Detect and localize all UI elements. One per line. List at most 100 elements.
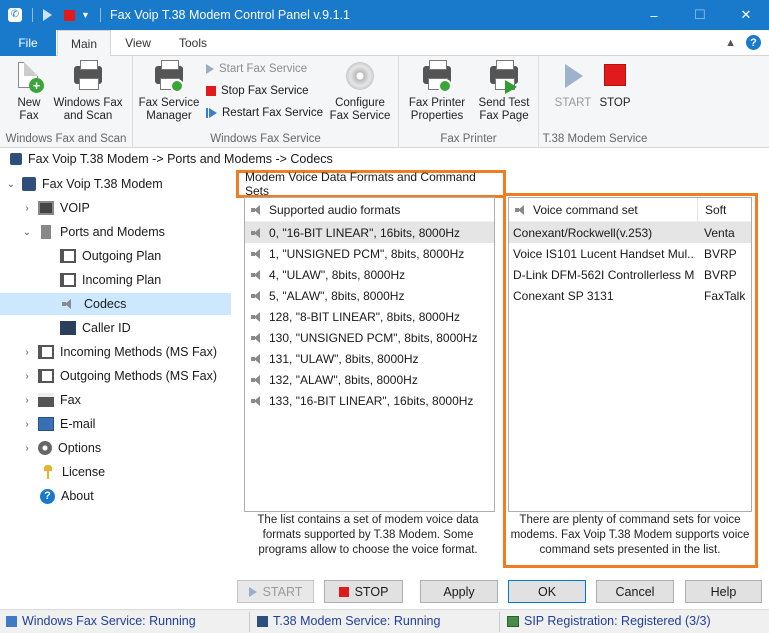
tab-file[interactable]: File: [0, 30, 56, 56]
tree-item-about[interactable]: ? About: [40, 485, 94, 507]
audio-formats-header-label: Supported audio formats: [269, 202, 401, 217]
qat-dropdown-icon[interactable]: ▼: [81, 8, 90, 22]
ribbon-tabs-right: ▲ ?: [725, 35, 761, 50]
tree-item-incoming-methods[interactable]: › Incoming Methods (MS Fax): [22, 341, 217, 363]
stop-fax-service-button[interactable]: Stop Fax Service: [206, 85, 309, 97]
tree-item-fax[interactable]: › Fax: [22, 389, 81, 411]
chevron-right-icon[interactable]: ›: [22, 347, 32, 358]
tree-item-options[interactable]: › Options: [22, 437, 101, 459]
apply-button[interactable]: Apply: [420, 580, 498, 603]
play-icon[interactable]: [43, 9, 52, 21]
list-item[interactable]: 5, "ALAW", 8bits, 8000Hz: [245, 285, 494, 306]
speaker-icon: [251, 353, 261, 364]
tree-item-outgoing-methods[interactable]: › Outgoing Methods (MS Fax): [22, 365, 217, 387]
status-sip[interactable]: SIP Registration: Registered (3/3): [507, 614, 711, 628]
gear-icon: [38, 441, 52, 455]
start-fax-service-label: Start Fax Service: [219, 63, 308, 75]
t38-stop-button[interactable]: STOP: [595, 60, 635, 110]
audio-formats-description: The list contains a set of modem voice d…: [257, 514, 479, 556]
configure-fax-service-button[interactable]: Configure Fax Service: [327, 60, 393, 123]
ribbon: + New Fax Windows Fax and Scan Windows F…: [0, 56, 769, 148]
chevron-right-icon[interactable]: ›: [22, 395, 32, 406]
tree-item-root[interactable]: ⌄ Fax Voip T.38 Modem: [6, 173, 163, 195]
help-icon[interactable]: ?: [746, 35, 761, 50]
cancel-button[interactable]: Cancel: [596, 580, 674, 603]
sip-icon: [507, 615, 519, 627]
restart-fax-service-label: Restart Fax Service: [222, 107, 323, 119]
send-test-fax-button[interactable]: Send Test Fax Page: [473, 60, 535, 123]
speaker-icon: [251, 204, 261, 215]
fax-service-manager-icon: [152, 60, 186, 94]
list-item[interactable]: 0, "16-BIT LINEAR", 16bits, 8000Hz: [245, 222, 494, 243]
chevron-right-icon[interactable]: ›: [22, 371, 32, 382]
tree-item-outgoing-plan[interactable]: Outgoing Plan: [60, 245, 161, 267]
start-button[interactable]: START: [237, 580, 314, 603]
ok-button[interactable]: OK: [508, 580, 586, 603]
ribbon-group-t38: START STOP T.38 Modem Service: [539, 56, 651, 148]
t38-start-button[interactable]: START: [553, 60, 593, 110]
chevron-right-icon[interactable]: ›: [22, 443, 32, 454]
tree-item-ports-and-modems[interactable]: ⌄ Ports and Modems: [22, 221, 165, 243]
breadcrumb-text: Fax Voip T.38 Modem -> Ports and Modems …: [28, 152, 333, 166]
stop-icon[interactable]: [64, 9, 75, 21]
chevron-right-icon[interactable]: ›: [22, 419, 32, 430]
status-windows-fax[interactable]: Windows Fax Service: Running: [6, 614, 196, 628]
ribbon-group-fax-printer: Fax Printer Properties Send Test Fax Pag…: [399, 56, 539, 148]
list-item-label: 131, "ULAW", 8bits, 8000Hz: [269, 351, 419, 366]
start-fax-service-button[interactable]: Start Fax Service: [206, 63, 307, 75]
new-fax-button[interactable]: + New Fax: [10, 60, 48, 123]
tab-tools[interactable]: Tools: [168, 30, 218, 56]
chevron-down-icon[interactable]: ⌄: [22, 227, 32, 238]
tab-view[interactable]: View: [113, 30, 163, 56]
group-label-fax-printer: Fax Printer: [440, 133, 497, 145]
tree-label: E-mail: [60, 417, 96, 431]
minimize-button[interactable]: –: [631, 0, 677, 30]
fax-printer-properties-label: Fax Printer Properties: [408, 97, 466, 122]
status-t38-modem-label: T.38 Modem Service: Running: [273, 614, 441, 628]
disc-icon: [343, 60, 377, 94]
tab-main[interactable]: Main: [57, 30, 111, 57]
tree-label: About: [61, 489, 94, 503]
list-item[interactable]: 132, "ALAW", 8bits, 8000Hz: [245, 369, 494, 390]
fax-printer-properties-button[interactable]: Fax Printer Properties: [404, 60, 470, 123]
collapse-ribbon-icon[interactable]: ▲: [725, 37, 736, 49]
start-icon: [206, 64, 214, 74]
send-test-fax-icon: [487, 60, 521, 94]
list-item[interactable]: 128, "8-BIT LINEAR", 8bits, 8000Hz: [245, 306, 494, 327]
list-item[interactable]: 133, "16-BIT LINEAR", 16bits, 8000Hz: [245, 390, 494, 411]
status-sip-label: SIP Registration: Registered (3/3): [524, 614, 711, 628]
phone-icon[interactable]: ✆: [8, 8, 22, 22]
maximize-button[interactable]: ☐: [677, 0, 723, 30]
tree-item-codecs[interactable]: Codecs: [0, 293, 231, 315]
stop-fax-service-label: Stop Fax Service: [221, 85, 309, 97]
group-label-windows-fax: Windows Fax and Scan: [5, 133, 127, 145]
chevron-right-icon[interactable]: ›: [22, 203, 32, 214]
tree-item-email[interactable]: › E-mail: [22, 413, 95, 435]
tree-item-incoming-plan[interactable]: Incoming Plan: [60, 269, 161, 291]
tree-label: Ports and Modems: [60, 225, 165, 239]
stop-button[interactable]: STOP: [324, 580, 403, 603]
tree-item-license[interactable]: License: [40, 461, 105, 483]
audio-formats-header[interactable]: Supported audio formats: [245, 198, 494, 222]
status-t38-modem[interactable]: T.38 Modem Service: Running: [257, 614, 440, 628]
quick-access-toolbar: ✆ ▼: [0, 8, 105, 22]
audio-formats-list[interactable]: Supported audio formats 0, "16-BIT LINEA…: [244, 197, 495, 512]
status-windows-fax-label: Windows Fax Service: Running: [22, 614, 196, 628]
fax-service-manager-button[interactable]: Fax Service Manager: [138, 60, 200, 123]
list-item[interactable]: 130, "UNSIGNED PCM", 8bits, 8000Hz: [245, 327, 494, 348]
restart-fax-service-button[interactable]: Restart Fax Service: [206, 107, 323, 119]
voip-icon: [38, 201, 54, 215]
windows-fax-scan-button[interactable]: Windows Fax and Scan: [50, 60, 126, 123]
list-item[interactable]: 4, "ULAW", 8bits, 8000Hz: [245, 264, 494, 285]
tree-item-voip[interactable]: › VOIP: [22, 197, 90, 219]
close-button[interactable]: ✕: [723, 0, 769, 30]
chevron-down-icon[interactable]: ⌄: [6, 179, 16, 190]
stop-button-label: STOP: [354, 584, 389, 599]
list-item[interactable]: 131, "ULAW", 8bits, 8000Hz: [245, 348, 494, 369]
list-item-label: 132, "ALAW", 8bits, 8000Hz: [269, 372, 418, 387]
list-item[interactable]: 1, "UNSIGNED PCM", 8bits, 8000Hz: [245, 243, 494, 264]
tree-item-caller-id[interactable]: Caller ID: [60, 317, 131, 339]
list-item-label: 1, "UNSIGNED PCM", 8bits, 8000Hz: [269, 246, 465, 261]
plan-icon: [38, 369, 54, 383]
help-button[interactable]: Help: [685, 580, 762, 603]
